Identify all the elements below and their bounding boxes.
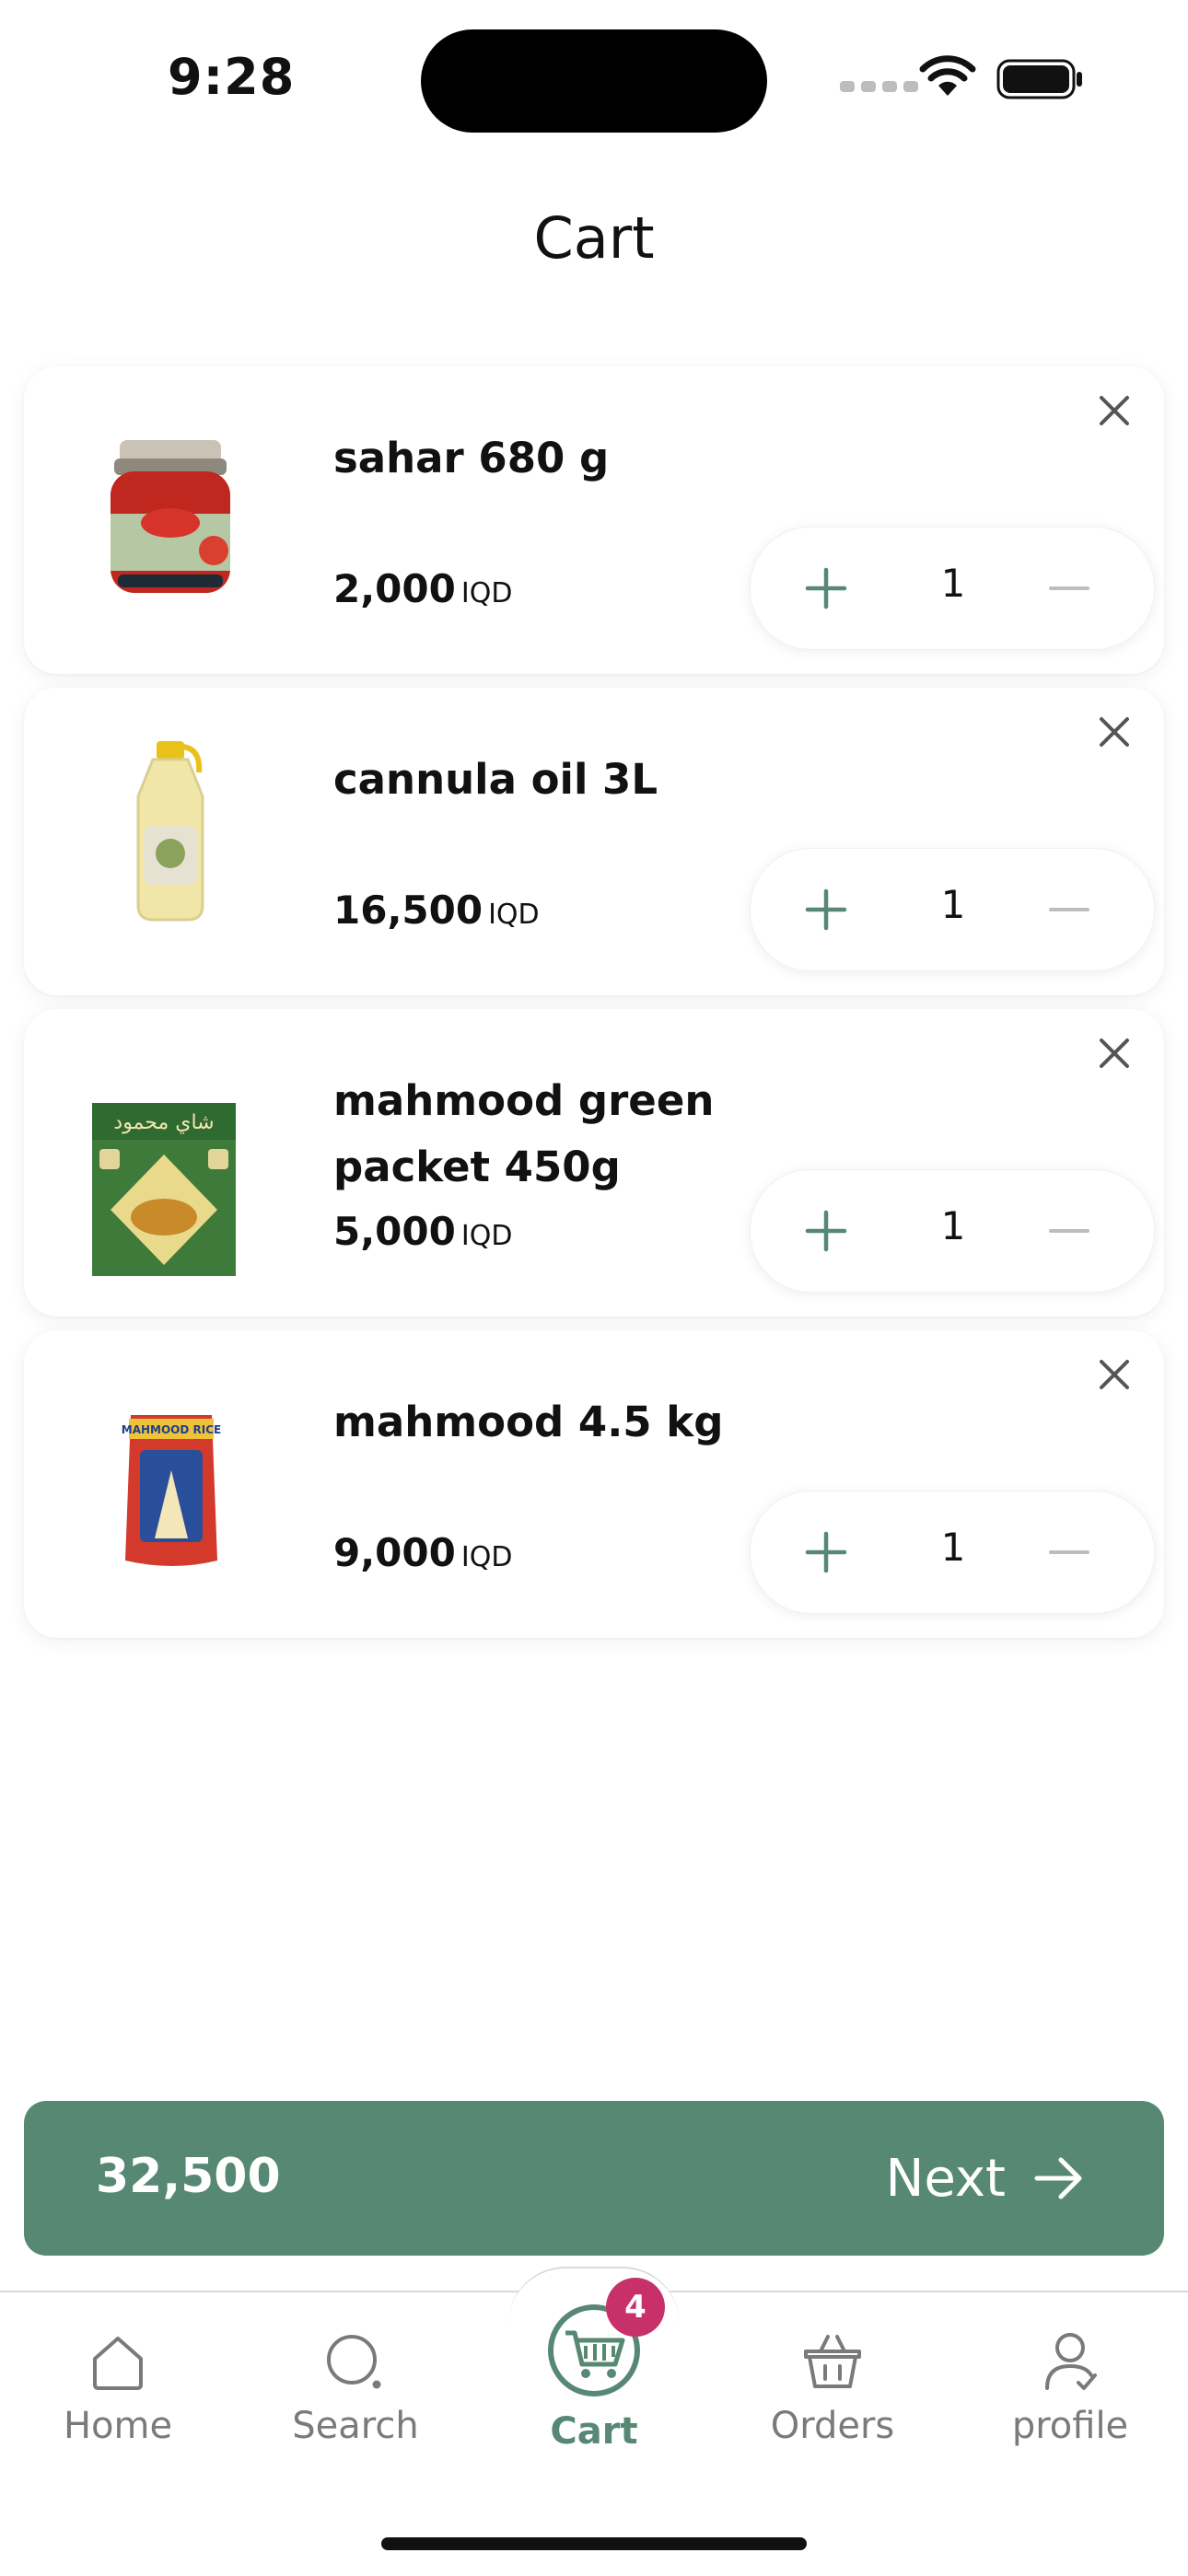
cart-item-card: شاي محمود mahmood green packet 450g 5,00…	[24, 1009, 1164, 1317]
arrow-right-icon	[1034, 2157, 1082, 2199]
nav-item-cart[interactable]: 4 Cart	[483, 2278, 705, 2453]
decrease-quantity-minus-icon[interactable]	[1045, 886, 1093, 934]
product-name: sahar 680 g	[333, 434, 610, 482]
remove-item-close-icon[interactable]	[1092, 389, 1136, 433]
remove-item-close-icon[interactable]	[1092, 1031, 1136, 1075]
currency-label: IQD	[460, 1220, 513, 1252]
decrease-quantity-minus-icon[interactable]	[1045, 1207, 1093, 1255]
next-label: Next	[885, 2149, 1006, 2209]
quantity-stepper: 1	[750, 848, 1155, 971]
price-value: 2,000	[333, 566, 456, 611]
dynamic-island	[421, 29, 767, 133]
decrease-quantity-minus-icon[interactable]	[1045, 1528, 1093, 1576]
quantity-value: 1	[940, 561, 966, 606]
tomato-paste-jar-image	[111, 440, 230, 593]
product-name: mahmood green packet 450g	[333, 1076, 715, 1191]
home-icon	[93, 2337, 143, 2390]
cart-bubble: 4	[545, 2278, 665, 2399]
quantity-stepper: 1	[750, 1491, 1155, 1614]
product-price: 9,000 IQD	[333, 1530, 512, 1575]
status-time: 9:28	[168, 48, 296, 106]
product-price: 5,000 IQD	[333, 1209, 512, 1254]
page-title: Cart	[533, 204, 655, 272]
remove-item-close-icon[interactable]	[1092, 1352, 1136, 1397]
profile-icon	[1045, 2333, 1097, 2390]
remove-item-close-icon[interactable]	[1092, 710, 1136, 754]
cart-item-card: sahar 680 g 2,000 IQD 1	[24, 366, 1164, 674]
increase-quantity-plus-icon[interactable]	[802, 1207, 850, 1255]
quantity-stepper: 1	[750, 1169, 1155, 1293]
cart-item-card: cannula oil 3L 16,500 IQD 1	[24, 688, 1164, 995]
search-icon	[327, 2335, 381, 2389]
increase-quantity-plus-icon[interactable]	[802, 886, 850, 934]
nav-item-profile[interactable]: profile	[960, 2329, 1181, 2447]
nav-item-search[interactable]: Search	[245, 2329, 466, 2447]
cart-total: 32,500	[96, 2149, 281, 2204]
nav-label: Home	[63, 2405, 173, 2447]
decrease-quantity-minus-icon[interactable]	[1045, 564, 1093, 612]
product-price: 2,000 IQD	[333, 566, 512, 611]
nav-item-orders[interactable]: Orders	[722, 2329, 943, 2447]
basket-icon	[804, 2335, 861, 2388]
increase-quantity-plus-icon[interactable]	[802, 1528, 850, 1576]
price-value: 16,500	[333, 888, 483, 933]
cellular-signal-icon	[840, 81, 918, 92]
price-value: 9,000	[333, 1530, 456, 1575]
quantity-value: 1	[940, 1525, 966, 1570]
oil-bottle-image	[136, 741, 204, 922]
tea-packet-image: شاي محمود	[92, 1103, 236, 1276]
wifi-icon	[919, 55, 976, 96]
product-name: cannula oil 3L	[333, 755, 658, 804]
product-price: 16,500 IQD	[333, 888, 540, 933]
currency-label: IQD	[488, 899, 540, 931]
nav-item-home[interactable]: Home	[7, 2329, 228, 2447]
price-value: 5,000	[333, 1209, 456, 1254]
nav-label: profile	[1011, 2405, 1129, 2447]
svg-text:شاي محمود: شاي محمود	[113, 1111, 214, 1134]
currency-label: IQD	[460, 577, 513, 609]
increase-quantity-plus-icon[interactable]	[802, 564, 850, 612]
next-checkout-button[interactable]: 32,500 Next	[24, 2101, 1164, 2256]
nav-label: Orders	[770, 2405, 895, 2447]
quantity-value: 1	[940, 882, 966, 927]
cart-item-card: MAHMOOD RICE mahmood 4.5 kg 9,000 IQD 1	[24, 1330, 1164, 1638]
currency-label: IQD	[460, 1541, 513, 1573]
cart-count-badge: 4	[606, 2278, 665, 2337]
nav-label: Cart	[550, 2410, 638, 2453]
rice-bag-image: MAHMOOD RICE	[122, 1415, 221, 1566]
battery-icon	[996, 59, 1082, 99]
quantity-value: 1	[940, 1203, 966, 1248]
svg-text:MAHMOOD RICE: MAHMOOD RICE	[122, 1423, 221, 1436]
home-indicator	[381, 2537, 807, 2550]
quantity-stepper: 1	[750, 527, 1155, 650]
product-name: mahmood 4.5 kg	[333, 1398, 724, 1446]
nav-label: Search	[292, 2405, 419, 2447]
